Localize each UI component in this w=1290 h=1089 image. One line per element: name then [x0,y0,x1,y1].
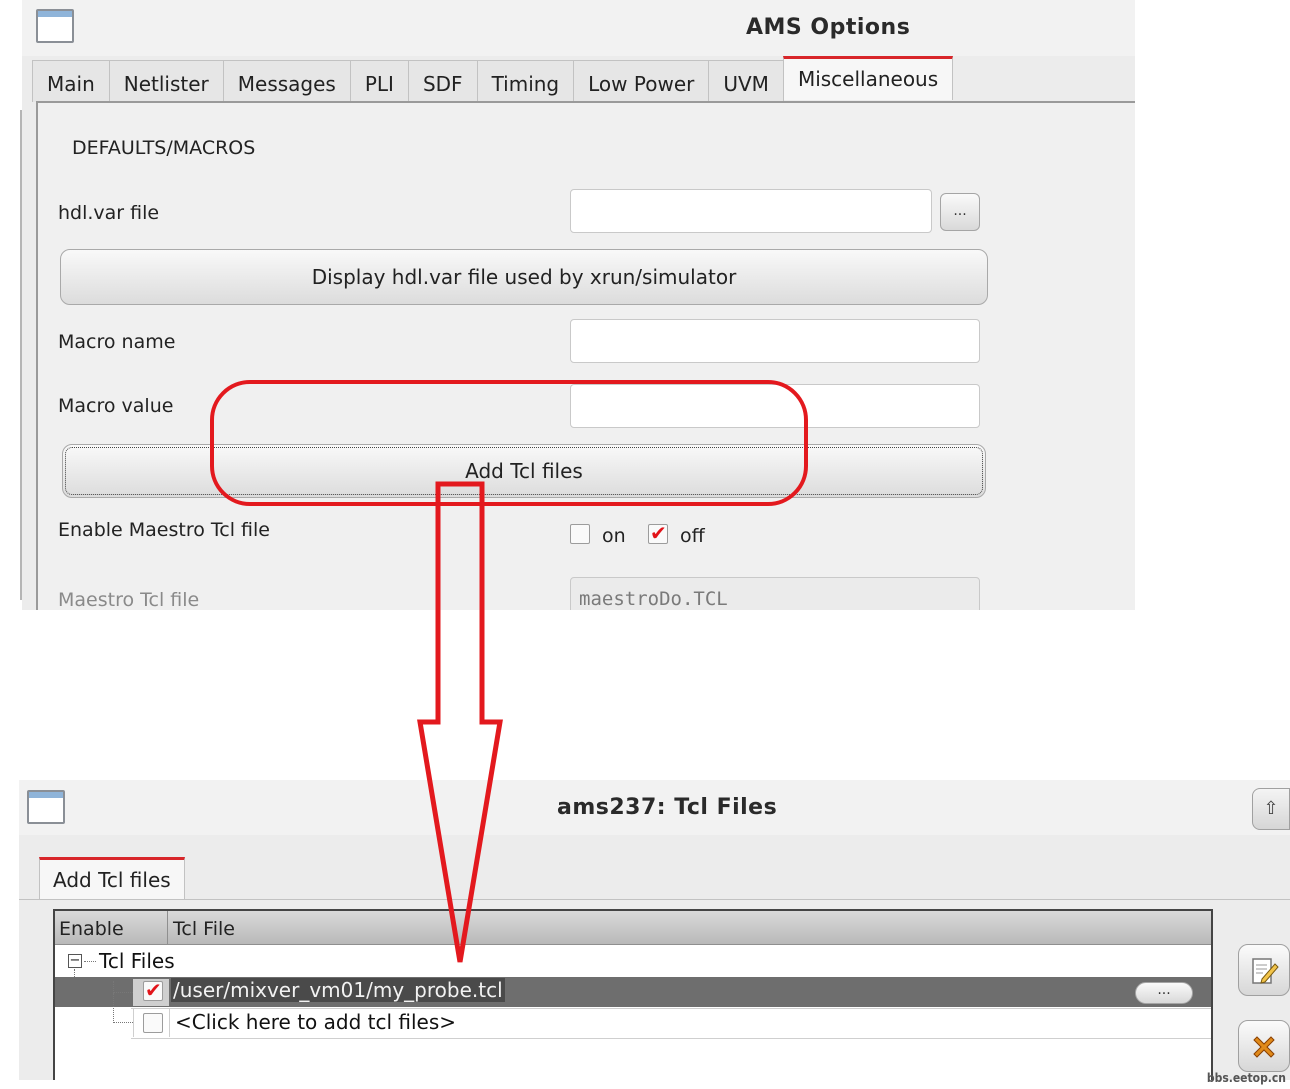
highlight-ellipse [210,380,808,506]
annotation-overlay [210,380,808,963]
down-arrow [417,481,503,963]
watermark: bbs.eetop.cn [1206,1071,1286,1085]
